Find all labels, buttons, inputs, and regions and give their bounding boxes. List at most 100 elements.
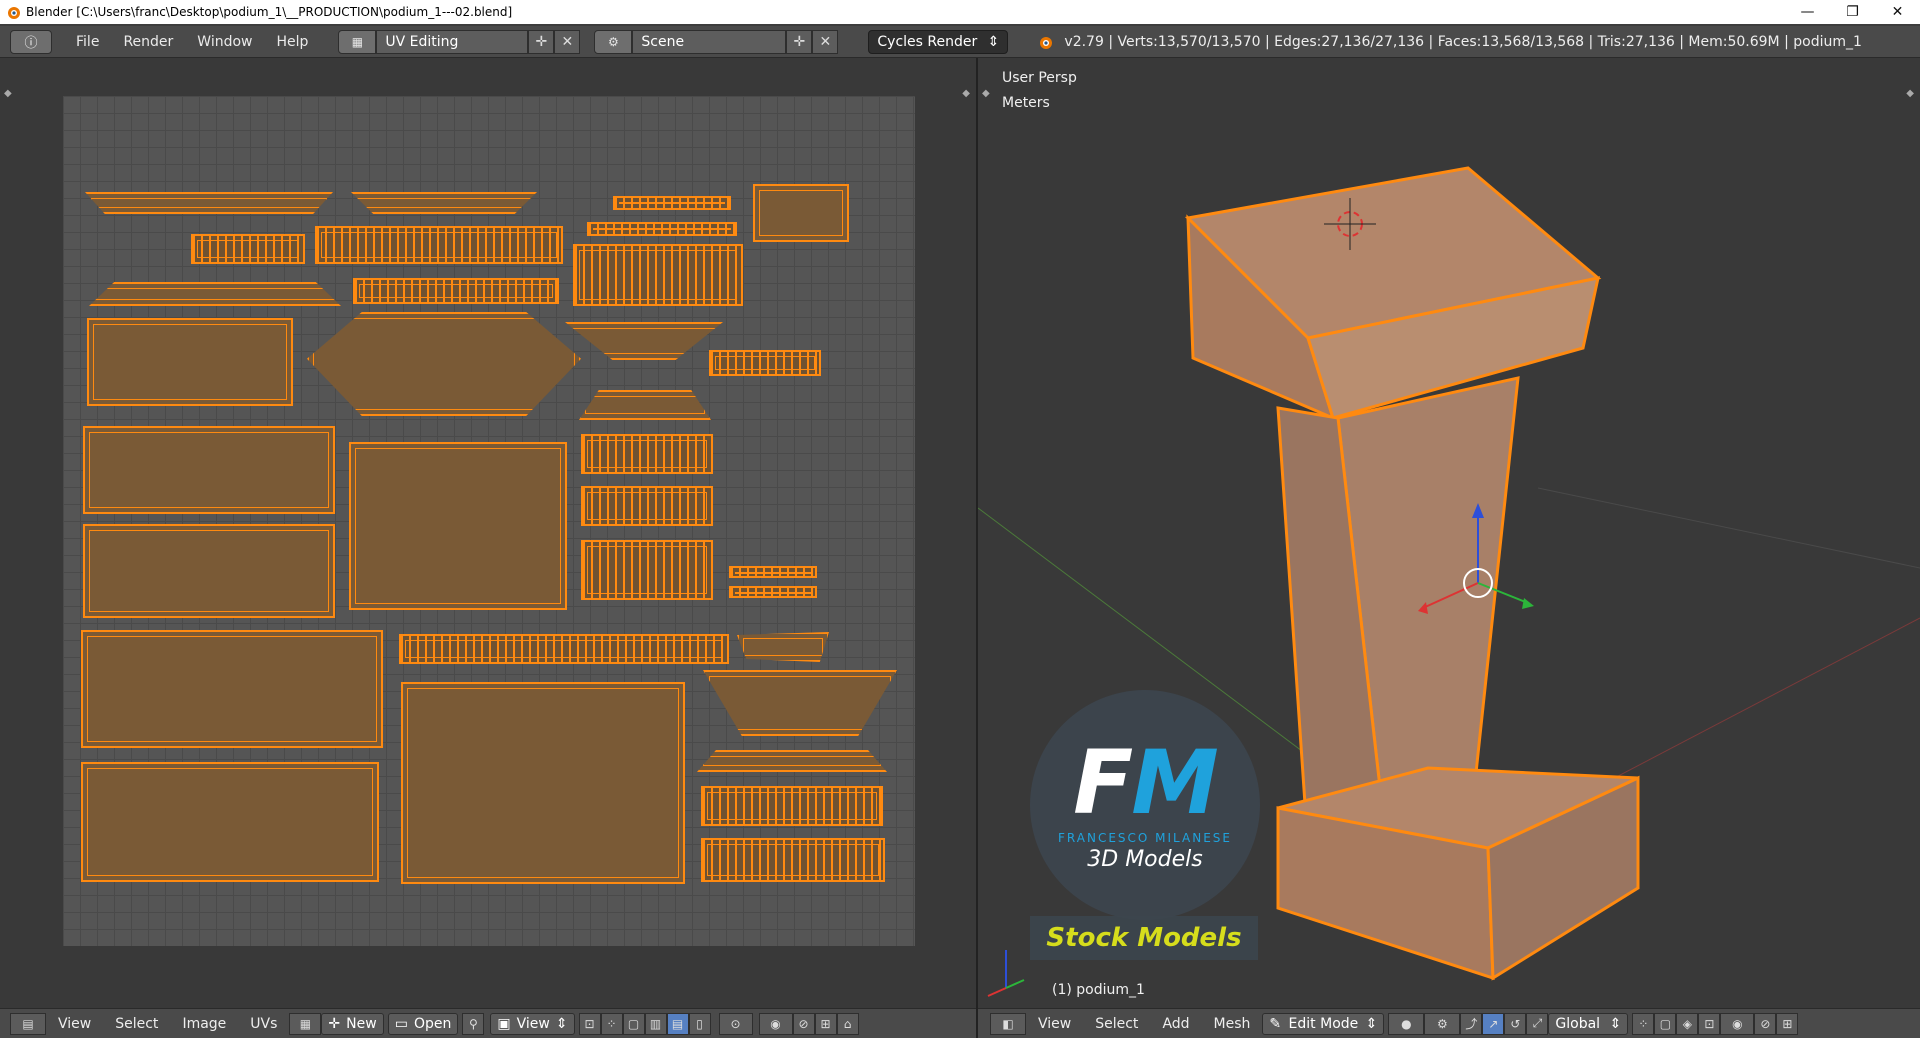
uv-island[interactable] bbox=[351, 192, 537, 214]
island-select-icon[interactable]: ▤ bbox=[666, 1012, 689, 1035]
uv-island[interactable] bbox=[89, 282, 341, 306]
uv-island[interactable] bbox=[709, 350, 821, 376]
maximize-button[interactable]: ❐ bbox=[1830, 0, 1875, 24]
uv-island[interactable] bbox=[613, 196, 731, 210]
interaction-mode-select[interactable]: ✎ Edit Mode ⇕ bbox=[1262, 1012, 1385, 1035]
uv-island[interactable] bbox=[85, 192, 333, 214]
layout-name-field[interactable]: UV Editing bbox=[376, 29, 529, 54]
info-header: ⓘ File Render Window Help ▦ UV Editing ✛… bbox=[0, 26, 1920, 58]
uv-island[interactable] bbox=[315, 226, 563, 264]
region-arrow-icon[interactable]: ◆ bbox=[4, 88, 12, 99]
uv-view-mode-select[interactable]: ▣ View ⇕ bbox=[490, 1012, 575, 1035]
uv-island[interactable] bbox=[753, 184, 849, 242]
layout-browse-button[interactable]: ▦ bbox=[338, 29, 377, 54]
translate-manipulator-icon[interactable]: ↗ bbox=[1482, 1012, 1505, 1035]
face-select-mode-icon[interactable]: ◈ bbox=[1676, 1012, 1699, 1035]
overlay-icon[interactable]: ⌂ bbox=[836, 1012, 859, 1035]
snap-icon[interactable]: ⊘ bbox=[792, 1012, 815, 1035]
vertex-select-icon[interactable]: ⁘ bbox=[600, 1012, 623, 1035]
vp-menu-mesh[interactable]: Mesh bbox=[1202, 1016, 1263, 1032]
face-select-icon[interactable]: ▥ bbox=[644, 1012, 667, 1035]
scene-name-field[interactable]: Scene bbox=[632, 29, 787, 54]
uv-island[interactable] bbox=[729, 566, 817, 578]
new-image-button[interactable]: ✛ New bbox=[321, 1012, 384, 1035]
pivot-point-icon[interactable]: ⚙ bbox=[1424, 1012, 1461, 1035]
uv-menu-select[interactable]: Select bbox=[103, 1016, 170, 1032]
render-engine-label: Cycles Render bbox=[877, 33, 978, 50]
minimize-button[interactable]: — bbox=[1785, 0, 1830, 24]
menu-help[interactable]: Help bbox=[264, 26, 320, 58]
uv-canvas[interactable] bbox=[63, 96, 915, 946]
pin-icon[interactable]: ⚲ bbox=[462, 1012, 485, 1035]
uv-island[interactable] bbox=[399, 634, 729, 664]
uv-island[interactable] bbox=[307, 312, 581, 416]
vp-menu-select[interactable]: Select bbox=[1083, 1016, 1150, 1032]
uv-island[interactable] bbox=[581, 486, 713, 526]
scale-manipulator-icon[interactable]: ⤢ bbox=[1526, 1012, 1549, 1035]
uv-island[interactable] bbox=[81, 630, 383, 748]
uv-island[interactable] bbox=[581, 540, 713, 600]
remove-scene-button[interactable]: ✕ bbox=[812, 29, 839, 54]
add-scene-button[interactable]: ✛ bbox=[786, 29, 813, 54]
vp-menu-add[interactable]: Add bbox=[1150, 1016, 1201, 1032]
uv-island[interactable] bbox=[729, 586, 817, 598]
uv-island[interactable] bbox=[697, 750, 887, 772]
uv-island[interactable] bbox=[737, 632, 829, 662]
scene-stats: v2.79 | Verts:13,570/13,570 | Edges:27,1… bbox=[1036, 33, 1862, 51]
menu-file[interactable]: File bbox=[64, 26, 111, 58]
uv-island[interactable] bbox=[573, 244, 743, 306]
menu-window[interactable]: Window bbox=[185, 26, 264, 58]
uv-island[interactable] bbox=[83, 426, 335, 514]
snap-target-icon[interactable]: ⊞ bbox=[814, 1012, 837, 1035]
uv-island[interactable] bbox=[565, 322, 723, 360]
uv-island[interactable] bbox=[587, 222, 737, 236]
editor-type-select[interactable]: ⓘ bbox=[10, 29, 52, 54]
uv-image-editor[interactable]: ◆ ◆ bbox=[0, 58, 976, 1008]
uv-menu-image[interactable]: Image bbox=[170, 1016, 238, 1032]
uv-island[interactable] bbox=[353, 278, 559, 304]
region-arrow-icon[interactable]: ◆ bbox=[962, 88, 970, 99]
snap-icon[interactable]: ⊘ bbox=[1754, 1012, 1777, 1035]
uv-island[interactable] bbox=[191, 234, 305, 264]
shading-mode-icon[interactable]: ● bbox=[1388, 1012, 1425, 1035]
editor-type-select[interactable]: ▤ bbox=[10, 1012, 46, 1035]
sticky-select-icon[interactable]: ▯ bbox=[688, 1012, 711, 1035]
pivot-select-icon[interactable]: ⊙ bbox=[718, 1012, 753, 1035]
uv-island[interactable] bbox=[703, 670, 897, 736]
menu-render[interactable]: Render bbox=[111, 26, 185, 58]
snap-target-icon[interactable]: ⊞ bbox=[1776, 1012, 1799, 1035]
uv-menu-uvs[interactable]: UVs bbox=[238, 1016, 289, 1032]
vp-menu-view[interactable]: View bbox=[1026, 1016, 1083, 1032]
transform-orientation-select[interactable]: Global ⇕ bbox=[1548, 1012, 1629, 1035]
manipulator-toggle-icon[interactable]: ⤴ bbox=[1460, 1012, 1483, 1035]
render-engine-select[interactable]: Cycles Render ⇕ bbox=[868, 29, 1009, 54]
edge-select-mode-icon[interactable]: ▢ bbox=[1654, 1012, 1677, 1035]
uv-island[interactable] bbox=[83, 524, 335, 618]
remove-layout-button[interactable]: ✕ bbox=[554, 29, 581, 54]
region-arrow-icon[interactable]: ◆ bbox=[1906, 88, 1914, 99]
sync-selection-icon[interactable]: ⊡ bbox=[578, 1012, 601, 1035]
uv-menu-view[interactable]: View bbox=[46, 1016, 103, 1032]
close-button[interactable]: ✕ bbox=[1875, 0, 1920, 24]
image-browse-button[interactable]: ▦ bbox=[289, 1012, 322, 1035]
rotate-manipulator-icon[interactable]: ↺ bbox=[1504, 1012, 1527, 1035]
occlude-geometry-icon[interactable]: ⊡ bbox=[1698, 1012, 1721, 1035]
chevron-updown-icon: ⇕ bbox=[1609, 1015, 1622, 1032]
uv-island[interactable] bbox=[579, 390, 711, 420]
uv-island[interactable] bbox=[349, 442, 567, 610]
editor-type-select[interactable]: ◧ bbox=[990, 1012, 1026, 1035]
uv-island[interactable] bbox=[701, 786, 883, 826]
proportional-edit-icon[interactable]: ◉ bbox=[758, 1012, 793, 1035]
vertex-select-mode-icon[interactable]: ⁘ bbox=[1632, 1012, 1655, 1035]
scene-browse-button[interactable]: ⚙ bbox=[594, 29, 633, 54]
uv-island[interactable] bbox=[81, 762, 379, 882]
open-image-button[interactable]: ▭ Open bbox=[387, 1012, 459, 1035]
proportional-edit-icon[interactable]: ◉ bbox=[1720, 1012, 1755, 1035]
uv-island[interactable] bbox=[87, 318, 293, 406]
add-layout-button[interactable]: ✛ bbox=[528, 29, 555, 54]
region-arrow-icon[interactable]: ◆ bbox=[982, 88, 990, 99]
uv-island[interactable] bbox=[401, 682, 685, 884]
uv-island[interactable] bbox=[581, 434, 713, 474]
uv-island[interactable] bbox=[701, 838, 885, 882]
edge-select-icon[interactable]: ▢ bbox=[622, 1012, 645, 1035]
